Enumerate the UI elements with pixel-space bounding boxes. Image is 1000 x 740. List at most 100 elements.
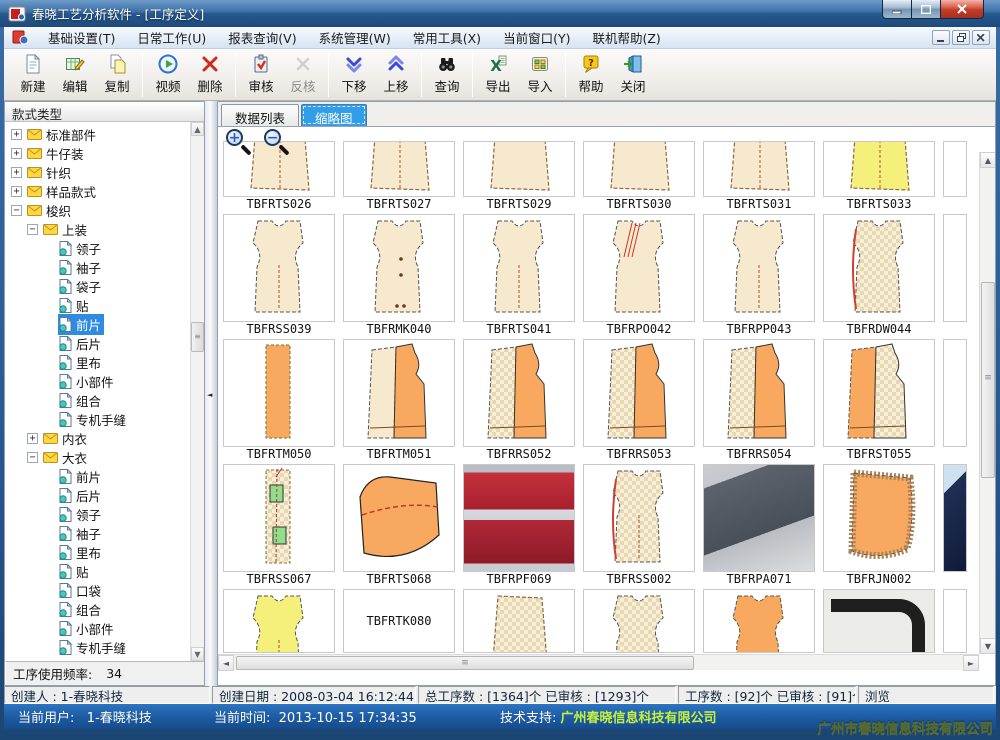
thumbnail-cell[interactable]	[823, 339, 935, 447]
horizontal-scroll-thumb[interactable]: ≡	[236, 656, 694, 670]
thumbnail-image[interactable]	[703, 464, 815, 572]
mdi-minimize-button[interactable]	[932, 30, 950, 45]
thumbnail-image[interactable]	[823, 589, 935, 653]
tab-thumbnails[interactable]: 缩略图	[301, 104, 367, 126]
thumbnail-cell[interactable]: TBFRTK080	[343, 589, 455, 653]
tree-item[interactable]: 组合	[5, 600, 190, 619]
thumbnail-image[interactable]: TBFRTK080	[343, 589, 455, 653]
thumbnail-cell[interactable]	[343, 214, 455, 322]
scroll-up-icon[interactable]: ▲	[980, 152, 995, 168]
tree-item[interactable]: +标准部件	[5, 125, 190, 144]
menu-item[interactable]: 联机帮助(Z)	[581, 25, 671, 50]
help-button[interactable]: ?帮助	[570, 51, 612, 98]
delete-button[interactable]: 删除	[189, 51, 231, 98]
thumbnail-cell[interactable]	[583, 214, 695, 322]
tree-item[interactable]: 专机手缝	[5, 638, 190, 657]
thumbnail-cell-partial[interactable]	[943, 214, 967, 322]
thumbnail-cell[interactable]	[463, 464, 575, 572]
tree-item[interactable]: 后片	[5, 334, 190, 353]
thumbnail-image[interactable]	[583, 339, 695, 447]
thumbnail-image[interactable]	[223, 464, 335, 572]
zoom-in-button[interactable]: +	[226, 129, 256, 159]
thumbnail-image[interactable]	[463, 141, 575, 197]
thumbnail-image[interactable]	[823, 464, 935, 572]
tree-item[interactable]: 领子	[5, 239, 190, 258]
menu-item[interactable]: 常用工具(X)	[402, 25, 492, 50]
tree-item[interactable]: 袋子	[5, 277, 190, 296]
panel-splitter[interactable]: ◄	[205, 101, 217, 686]
thumbnail-cell[interactable]	[583, 141, 695, 197]
tree-item[interactable]: 里布	[5, 353, 190, 372]
tree-item[interactable]: 里布	[5, 543, 190, 562]
thumbnail-cell[interactable]	[223, 589, 335, 653]
expand-icon[interactable]: +	[11, 129, 22, 140]
new-doc-button[interactable]: 新建	[12, 51, 54, 98]
thumbnail-cell[interactable]	[823, 464, 935, 572]
video-button[interactable]: 视频	[147, 51, 189, 98]
thumbnail-cell-partial[interactable]	[943, 339, 967, 447]
thumbnail-image[interactable]	[823, 214, 935, 322]
thumbnail-cell[interactable]	[583, 339, 695, 447]
thumbnail-cell[interactable]	[463, 339, 575, 447]
tree-item[interactable]: 贴	[5, 562, 190, 581]
tab-data-list[interactable]: 数据列表	[221, 104, 299, 126]
collapse-icon[interactable]: −	[27, 224, 38, 235]
thumbnail-cell[interactable]	[823, 214, 935, 322]
tree-item[interactable]: +内衣	[5, 429, 190, 448]
thumbnail-cell[interactable]	[703, 214, 815, 322]
maximize-button[interactable]	[911, 0, 941, 19]
menu-item[interactable]: 基础设置(T)	[37, 25, 126, 50]
scroll-left-icon[interactable]: ◄	[218, 655, 234, 671]
thumbnail-cell[interactable]	[463, 141, 575, 197]
thumbnail-cell[interactable]	[223, 214, 335, 322]
thumbnail-cell-partial[interactable]	[943, 464, 967, 572]
thumbnail-image[interactable]	[583, 464, 695, 572]
copy-button[interactable]: 复制	[96, 51, 138, 98]
minimize-button[interactable]	[882, 0, 912, 19]
vertical-scrollbar[interactable]: ▲ ≡ ▼	[979, 152, 995, 654]
tree-item[interactable]: 小部件	[5, 619, 190, 638]
tree-item[interactable]: 专机手缝	[5, 410, 190, 429]
thumbnail-cell[interactable]	[703, 464, 815, 572]
thumbnail-cell[interactable]	[823, 141, 935, 197]
thumbnail-cell[interactable]	[343, 339, 455, 447]
import-button[interactable]: 导入	[519, 51, 561, 98]
thumbnail-image[interactable]	[583, 141, 695, 197]
collapse-icon[interactable]: −	[11, 205, 22, 216]
thumbnail-image[interactable]	[223, 589, 335, 653]
expand-icon[interactable]: +	[27, 433, 38, 444]
menu-item[interactable]: 报表查询(V)	[217, 25, 307, 50]
tree-item[interactable]: 组合	[5, 391, 190, 410]
thumbnail-cell[interactable]	[343, 464, 455, 572]
thumbnail-cell-partial[interactable]	[943, 141, 967, 197]
edit-button[interactable]: 编辑	[54, 51, 96, 98]
thumbnail-image[interactable]	[823, 141, 935, 197]
tree-item[interactable]: 贴	[5, 296, 190, 315]
thumbnail-image[interactable]	[463, 464, 575, 572]
thumbnail-image[interactable]	[463, 339, 575, 447]
thumbnail-image[interactable]	[463, 589, 575, 653]
thumbnail-image[interactable]	[703, 589, 815, 653]
tree-item[interactable]: 小部件	[5, 372, 190, 391]
unaudit-button[interactable]: 反核	[282, 51, 324, 98]
tree-item[interactable]: +样品款式	[5, 182, 190, 201]
expand-icon[interactable]: +	[11, 148, 22, 159]
thumbnail-image[interactable]	[343, 214, 455, 322]
thumbnail-cell[interactable]	[583, 464, 695, 572]
thumbnail-cell[interactable]	[703, 339, 815, 447]
thumbnail-image[interactable]	[703, 141, 815, 197]
tree-item[interactable]: −梭织	[5, 201, 190, 220]
tree-item[interactable]: 领子	[5, 505, 190, 524]
thumbnail-cell[interactable]	[703, 589, 815, 653]
menu-item[interactable]: 日常工作(U)	[126, 25, 217, 50]
tree-item[interactable]: −大衣	[5, 448, 190, 467]
move-up-button[interactable]: 上移	[375, 51, 417, 98]
thumbnail-image[interactable]	[703, 214, 815, 322]
search-button[interactable]: 查询	[426, 51, 468, 98]
expand-icon[interactable]: +	[11, 167, 22, 178]
tree-item[interactable]: 口袋	[5, 581, 190, 600]
audit-button[interactable]: 审核	[240, 51, 282, 98]
tree-item-selected[interactable]: 前片	[5, 315, 190, 334]
scroll-right-icon[interactable]: ►	[963, 655, 979, 671]
thumbnail-cell[interactable]	[223, 464, 335, 572]
